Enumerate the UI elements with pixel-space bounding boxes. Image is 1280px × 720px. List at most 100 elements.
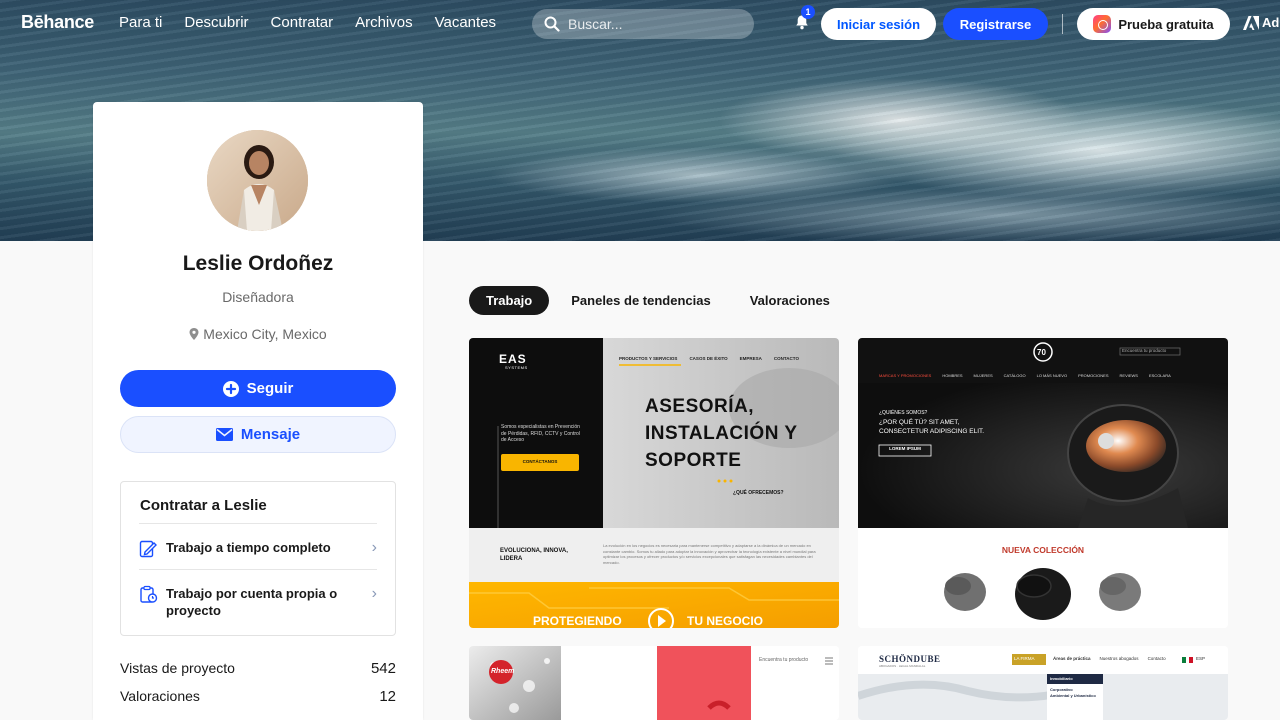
helmets-question: ¿QUIÉNES SOMOS? bbox=[879, 410, 928, 416]
behance-logo[interactable]: Bēhance bbox=[21, 12, 94, 33]
eas-menu-item: PRODUCTOS Y SERVICIOS bbox=[619, 356, 678, 361]
adobe-label: Ad bbox=[1262, 15, 1280, 30]
schondube-menu-item: Nuestros abogados bbox=[1099, 656, 1139, 661]
schondube-lang: ESP bbox=[1196, 656, 1206, 661]
nav-links: Para ti Descubrir Contratar Archivos Vac… bbox=[119, 14, 518, 31]
project-card-3[interactable]: Rheem Encuentra tu producto bbox=[469, 646, 839, 720]
project3-search: Encuentra tu producto bbox=[759, 657, 809, 663]
profile-location: Mexico City, Mexico bbox=[93, 326, 423, 342]
edit-document-icon bbox=[139, 540, 157, 558]
stat-label: Vistas de proyecto bbox=[120, 660, 235, 676]
schondube-menu-item: LA FIRMA bbox=[1014, 656, 1035, 661]
project3-brand: Rheem bbox=[491, 668, 515, 675]
message-button[interactable]: Mensaje bbox=[120, 416, 396, 453]
hire-title: Contratar a Leslie bbox=[140, 497, 267, 514]
message-label: Mensaje bbox=[240, 426, 301, 443]
hire-option-freelance[interactable]: Trabajo por cuenta propia o proyecto › bbox=[139, 569, 377, 633]
chevron-right-icon: › bbox=[371, 585, 377, 602]
location-text: Mexico City, Mexico bbox=[203, 326, 327, 342]
schondube-dropdown: Inmobiliario Corporativo Ambiental y Urb… bbox=[1050, 676, 1102, 699]
helmets-badge: 70 bbox=[1037, 348, 1046, 357]
eas-headline-3: SOPORTE bbox=[645, 450, 742, 471]
free-trial-button[interactable]: Prueba gratuita bbox=[1077, 8, 1230, 40]
hire-option-label: Trabajo a tiempo completo bbox=[166, 540, 331, 555]
follow-button[interactable]: Seguir bbox=[120, 370, 396, 407]
eas-logo-sub: SYSTEMS bbox=[505, 365, 528, 370]
dropdown-item: Ambiental y Urbanístico bbox=[1050, 693, 1096, 698]
project-thumbnail bbox=[469, 338, 839, 628]
helmets-menu-item: CATÁLOGO bbox=[1003, 373, 1026, 378]
avatar-photo bbox=[207, 130, 308, 231]
stat-value: 542 bbox=[370, 660, 396, 677]
eas-banner-right: TU NEGOCIO bbox=[687, 614, 764, 628]
adobe-icon bbox=[1243, 15, 1259, 30]
hire-panel: Contratar a Leslie Trabajo a tiempo comp… bbox=[120, 481, 396, 636]
profile-card: Leslie Ordoñez Diseñadora Mexico City, M… bbox=[93, 102, 423, 720]
creative-cloud-icon bbox=[1093, 15, 1112, 33]
eas-headline-2: INSTALACIÓN Y bbox=[645, 423, 798, 444]
project-card-eas[interactable]: EAS SYSTEMS PRODUCTOS Y SERVICIOS CASOS … bbox=[469, 338, 839, 628]
eas-intro: Somos especialistas en Prevención de Pér… bbox=[501, 424, 580, 443]
nav-link-contratar[interactable]: Contratar bbox=[271, 14, 334, 31]
follow-label: Seguir bbox=[246, 380, 294, 397]
stat-row-appreciations: Valoraciones 12 bbox=[120, 688, 396, 705]
helmets-menu: MARCAS Y PROMOCIONES HOMBRES MUJERES CAT… bbox=[879, 373, 1171, 378]
helmets-cta: LOREM IPSUM bbox=[889, 446, 921, 451]
search-bar[interactable] bbox=[532, 9, 754, 39]
helmets-search: Encuentra tu producto bbox=[1122, 348, 1167, 353]
dropdown-item: Inmobiliario bbox=[1050, 676, 1073, 681]
project-card-schondube[interactable]: SCHÖNDUBE ABOGADOS · LEGAL MANDALAL LA F… bbox=[858, 646, 1228, 720]
eas-slogan: EVOLUCIONA, INNOVA, LIDERA bbox=[500, 548, 568, 562]
helmets-menu-item: MARCAS Y PROMOCIONES bbox=[879, 373, 932, 378]
chevron-right-icon: › bbox=[371, 539, 377, 556]
helmets-menu-item: PROMOCIONES bbox=[1078, 373, 1109, 378]
eas-body: La evolución en los negocios es necesari… bbox=[603, 543, 816, 565]
nav-link-vacantes[interactable]: Vacantes bbox=[435, 14, 496, 31]
project-card-helmets[interactable]: 70 Encuentra tu producto MARCAS Y PROMOC… bbox=[858, 338, 1228, 628]
eas-question: ¿QUÉ OFRECEMOS? bbox=[733, 490, 784, 496]
helmets-menu-item: LO MÁS NUEVO bbox=[1036, 373, 1068, 378]
hire-option-full-time[interactable]: Trabajo a tiempo completo › bbox=[139, 523, 377, 569]
search-icon bbox=[544, 16, 560, 32]
profile-occupation: Diseñadora bbox=[222, 289, 294, 305]
free-trial-label: Prueba gratuita bbox=[1118, 16, 1214, 32]
nav-link-para-ti[interactable]: Para ti bbox=[119, 14, 162, 31]
schondube-logo-sub: ABOGADOS · LEGAL MANDALAL bbox=[879, 664, 926, 668]
helmets-collection: NUEVA COLECCIÓN bbox=[1001, 545, 1085, 555]
tab-appreciations[interactable]: Valoraciones bbox=[733, 286, 847, 315]
location-pin-icon bbox=[189, 328, 199, 340]
tab-moodboards[interactable]: Paneles de tendencias bbox=[554, 286, 727, 315]
helmets-menu-item: MUJERES bbox=[973, 373, 993, 378]
profile-tabs: Trabajo Paneles de tendencias Valoracion… bbox=[469, 286, 852, 315]
notification-badge: 1 bbox=[801, 5, 815, 19]
avatar[interactable] bbox=[207, 130, 308, 231]
schondube-menu-item: Contacto bbox=[1147, 656, 1166, 661]
stat-value: 12 bbox=[379, 688, 396, 705]
eas-menu-item: CASOS DE ÉXITO bbox=[689, 356, 728, 361]
top-navigation: Bēhance Para ti Descubrir Contratar Arch… bbox=[0, 0, 1280, 46]
eas-menu: PRODUCTOS Y SERVICIOS CASOS DE ÉXITO EMP… bbox=[619, 356, 799, 361]
schondube-logo: SCHÖNDUBE bbox=[879, 654, 941, 664]
eas-headline-1: ASESORÍA, bbox=[645, 396, 755, 417]
nav-link-descubrir[interactable]: Descubrir bbox=[184, 14, 248, 31]
eas-banner-left: PROTEGIENDO bbox=[533, 614, 622, 628]
project-thumbnail bbox=[858, 338, 1228, 628]
eas-menu-item: EMPRESA bbox=[739, 356, 762, 361]
nav-link-archivos[interactable]: Archivos bbox=[355, 14, 413, 31]
helmets-menu-item: ESCOLARA bbox=[1148, 373, 1171, 378]
tab-work[interactable]: Trabajo bbox=[469, 286, 550, 315]
register-button[interactable]: Registrarse bbox=[943, 8, 1048, 40]
plus-circle-icon bbox=[222, 380, 239, 397]
hire-option-label: Trabajo por cuenta propia o proyecto bbox=[166, 586, 338, 618]
helmets-menu-item: REVIEWS bbox=[1119, 373, 1138, 378]
stat-row-views: Vistas de proyecto 542 bbox=[120, 660, 396, 677]
nav-divider bbox=[1062, 14, 1063, 34]
schondube-menu-item: Áreas de práctica bbox=[1053, 656, 1091, 661]
login-button[interactable]: Iniciar sesión bbox=[821, 8, 936, 40]
search-input[interactable] bbox=[568, 16, 738, 32]
adobe-link[interactable]: Ad bbox=[1243, 15, 1279, 30]
helmets-menu-item: HOMBRES bbox=[942, 373, 963, 378]
profile-name: Leslie Ordoñez bbox=[182, 252, 334, 275]
helmets-headline: ¿POR QUÉ TÚ? SIT AMET, CONSECTETUR ADIPI… bbox=[879, 419, 985, 435]
envelope-icon bbox=[215, 428, 233, 441]
